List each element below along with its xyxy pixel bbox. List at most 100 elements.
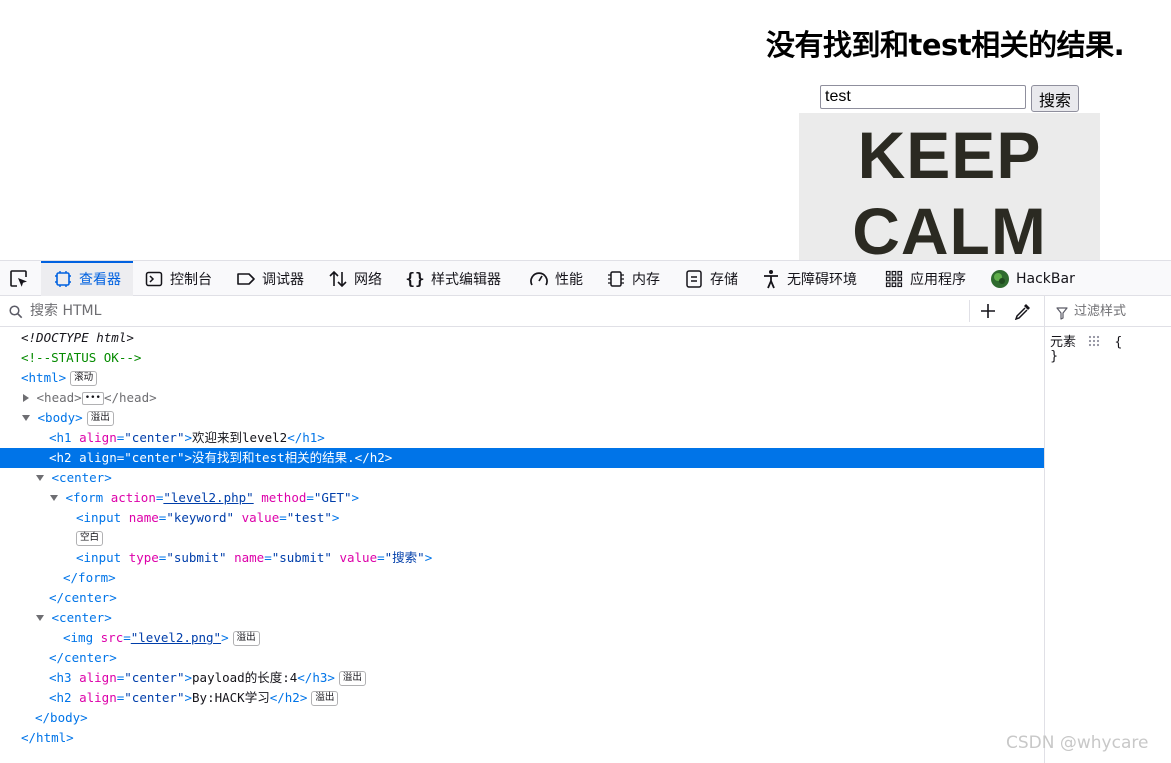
console-icon [144,269,164,289]
image-text-calm: CALM [852,194,1047,260]
tab-accessibility[interactable]: 无障碍环境 [761,261,857,296]
img-src-link[interactable]: "level2.png" [131,630,221,645]
collapse-arrow-icon[interactable] [22,414,30,421]
debugger-icon [236,269,256,289]
h2-footer-text: By:HACK学习 [192,690,270,705]
collapse-arrow-icon[interactable] [50,494,58,501]
tab-label: 查看器 [79,271,121,288]
tree-node-h3[interactable]: <h3 align="center">payload的长度:4</h3> 溢出 [0,668,1044,688]
hackbar-icon [990,269,1010,289]
h3-text: payload的长度:4 [192,670,298,685]
tab-label: 调试器 [262,271,304,288]
watermark: CSDN @whycare [1006,733,1149,753]
tree-node-form-close[interactable]: </form> [0,568,1044,588]
tree-node-submit[interactable]: <input type="submit" name="submit" value… [0,548,1044,568]
tab-label: 无障碍环境 [787,271,857,288]
html-search-input[interactable] [28,302,932,320]
tab-application[interactable]: 应用程序 [884,261,966,296]
tree-node-center-2[interactable]: <center> [0,608,1044,628]
open-brace: { [1114,335,1123,350]
tree-node-html-close[interactable]: </html> [0,728,1044,748]
search-button[interactable]: 搜索 [1031,85,1079,112]
filter-icon [1056,305,1068,324]
collapse-arrow-icon[interactable] [36,474,44,481]
comment-text: <!--STATUS OK--> [21,350,142,365]
tab-label: 样式编辑器 [431,271,501,288]
element-rule: 元素 { [1050,331,1123,351]
tab-label: 控制台 [170,271,212,288]
filter-styles-input[interactable] [1072,303,1171,320]
network-icon [328,269,348,289]
application-icon [884,269,904,289]
tree-node-h2-selected[interactable]: <h2 align="center">没有找到和test相关的结果.</h2> [0,448,1044,468]
keep-calm-image: KEEP CALM [799,113,1100,260]
storage-icon [684,269,704,289]
tree-node-input[interactable]: <input name="keyword" value="test"> [0,508,1044,528]
tab-memory[interactable]: 内存 [606,261,660,296]
collapse-arrow-icon[interactable] [36,614,44,621]
grid-icon[interactable] [1088,335,1100,351]
tree-node-center[interactable]: <center> [0,468,1044,488]
keyword-input[interactable] [820,85,1026,109]
toolbar-divider [969,300,970,322]
tab-console[interactable]: 控制台 [144,261,212,296]
eyedropper-icon[interactable] [1014,302,1032,324]
devtools-toolbar: 查看器 控制台 调试器 网络 {} 样式编辑器 性能 内存 存储 无障碍环境 应… [0,260,1171,296]
tree-node-center-close[interactable]: </center> [0,588,1044,608]
rule-selector: 元素 [1050,335,1077,350]
close-brace: } [1050,349,1059,364]
accessibility-icon [761,269,781,289]
devtools-panel: 查看器 控制台 调试器 网络 {} 样式编辑器 性能 内存 存储 无障碍环境 应… [0,260,1171,763]
overflow-badge[interactable]: 溢出 [338,671,366,686]
html-search-bar [0,296,1044,327]
search-icon [9,304,23,323]
doctype-text: <!DOCTYPE html> [21,330,134,345]
tab-hackbar[interactable]: HackBar [990,261,1075,296]
overflow-badge[interactable]: 溢出 [232,631,260,646]
tree-node-h1[interactable]: <h1 align="center">欢迎来到level2</h1> [0,428,1044,448]
tree-node-doctype[interactable]: <!DOCTYPE html> [0,328,1044,348]
memory-icon [606,269,626,289]
tab-label: 存储 [710,271,738,288]
tab-storage[interactable]: 存储 [684,261,738,296]
tree-node-form[interactable]: <form action="level2.php" method="GET"> [0,488,1044,508]
tree-node-body[interactable]: <body> 溢出 [0,408,1044,428]
tab-label: 应用程序 [910,271,966,288]
tree-node-center-2-close[interactable]: </center> [0,648,1044,668]
performance-icon [529,269,549,289]
add-node-icon[interactable] [979,302,997,324]
inspector-icon [53,269,73,289]
tree-node-body-close[interactable]: </body> [0,708,1044,728]
tree-node-comment[interactable]: <!--STATUS OK--> [0,348,1044,368]
tab-label: 内存 [632,271,660,288]
tab-network[interactable]: 网络 [328,261,382,296]
rules-panel: 元素 { } [1044,296,1171,763]
tab-label: 网络 [354,271,382,288]
tree-node-whitespace[interactable]: 空白 [0,528,1044,548]
image-text-keep: KEEP [857,118,1042,192]
result-heading: 没有找到和test相关的结果. [766,28,1125,62]
filter-styles-bar [1045,296,1171,327]
tree-node-h2-footer[interactable]: <h2 align="center">By:HACK学习</h2> 溢出 [0,688,1044,708]
scroll-badge[interactable]: 滚动 [70,371,98,386]
style-editor-icon: {} [405,269,425,288]
h1-text: 欢迎来到level2 [192,430,288,445]
form-action-link[interactable]: "level2.php" [163,490,253,505]
whitespace-badge[interactable]: 空白 [76,531,104,546]
tab-label: HackBar [1016,270,1075,287]
tab-debugger[interactable]: 调试器 [236,261,304,296]
tab-label: 性能 [555,271,583,288]
overflow-badge[interactable]: 溢出 [86,411,114,426]
collapsed-content-icon[interactable]: ••• [81,392,104,405]
tab-inspector[interactable]: 查看器 [41,261,133,296]
overflow-badge[interactable]: 溢出 [311,691,339,706]
tree-node-head[interactable]: <head> ••• </head> [0,388,1044,408]
element-picker-icon[interactable] [8,268,30,290]
tree-node-html[interactable]: <html> 滚动 [0,368,1044,388]
h2-text: 没有找到和test相关的结果. [192,450,355,465]
expand-arrow-icon[interactable] [23,393,29,402]
tab-style-editor[interactable]: {} 样式编辑器 [405,261,501,296]
tree-node-img[interactable]: <img src="level2.png"> 溢出 [0,628,1044,648]
page-viewport: 没有找到和test相关的结果. 搜索 KEEP CALM [0,0,1171,260]
tab-performance[interactable]: 性能 [529,261,583,296]
